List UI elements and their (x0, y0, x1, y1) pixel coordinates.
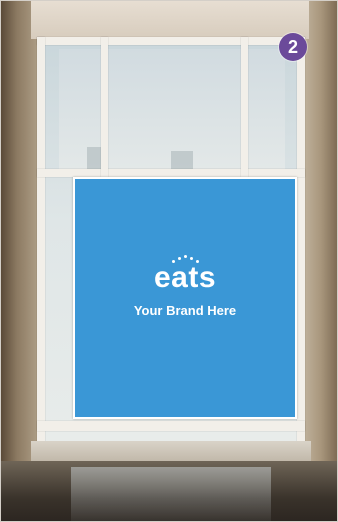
window-mullion (241, 37, 248, 177)
window-frame-left (37, 37, 45, 445)
distant-building (87, 147, 101, 169)
window-frame-bottom (37, 421, 305, 431)
floor-reflection (71, 467, 271, 521)
window-decal-panel: eats Your Brand Here (73, 177, 297, 419)
brand-tagline: Your Brand Here (133, 303, 237, 318)
brand-logo: eats Your Brand Here (75, 255, 295, 318)
window-mullion (101, 37, 108, 177)
logo-wordmark: eats (153, 261, 217, 294)
window-frame-right (297, 37, 305, 445)
window-header-wall (31, 1, 309, 39)
window-frame-top (37, 37, 305, 45)
distant-building (171, 151, 193, 169)
window-transom (37, 169, 305, 177)
window-sill (31, 441, 311, 463)
step-number-badge: 2 (279, 33, 307, 61)
window-photo: eats Your Brand Here 2 (0, 0, 338, 522)
